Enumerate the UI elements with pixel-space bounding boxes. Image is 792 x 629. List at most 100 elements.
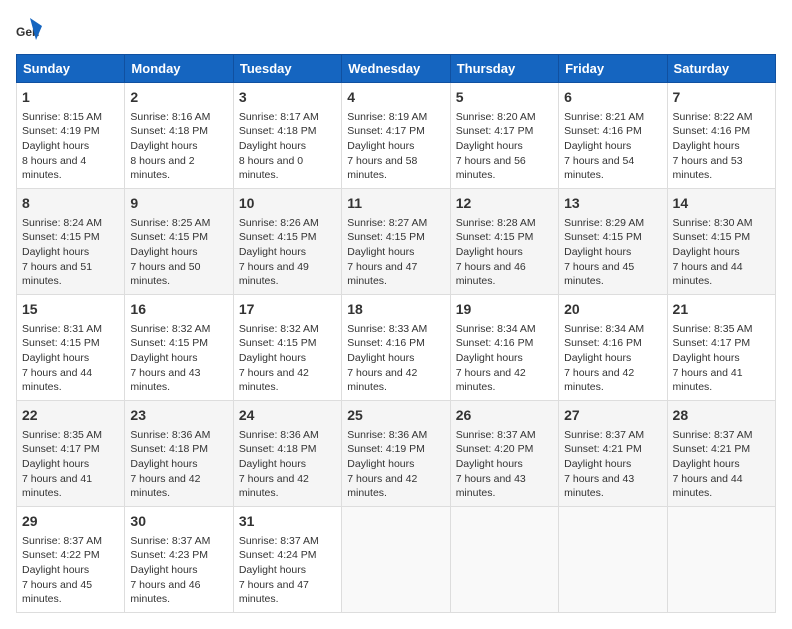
day-number: 20: [564, 300, 661, 320]
calendar-cell: 28Sunrise: 8:37 AMSunset: 4:21 PMDayligh…: [667, 401, 775, 507]
daylight-value: 7 hours and 45 minutes.: [564, 260, 661, 289]
daylight-label: Daylight hours: [673, 245, 770, 260]
sunset-text: Sunset: 4:16 PM: [456, 336, 553, 351]
day-number: 29: [22, 512, 119, 532]
calendar-cell: 11Sunrise: 8:27 AMSunset: 4:15 PMDayligh…: [342, 189, 450, 295]
day-number: 31: [239, 512, 336, 532]
sunset-text: Sunset: 4:23 PM: [130, 548, 227, 563]
daylight-value: 7 hours and 44 minutes.: [673, 260, 770, 289]
daylight-value: 7 hours and 58 minutes.: [347, 154, 444, 183]
sunset-text: Sunset: 4:19 PM: [22, 124, 119, 139]
sunset-text: Sunset: 4:21 PM: [564, 442, 661, 457]
calendar-cell: 15Sunrise: 8:31 AMSunset: 4:15 PMDayligh…: [17, 295, 125, 401]
day-number: 2: [130, 88, 227, 108]
daylight-label: Daylight hours: [564, 139, 661, 154]
daylight-label: Daylight hours: [239, 351, 336, 366]
daylight-value: 7 hours and 42 minutes.: [347, 472, 444, 501]
day-number: 4: [347, 88, 444, 108]
calendar-header-sunday: Sunday: [17, 55, 125, 83]
calendar-cell: 4 Sunrise: 8:19 AMSunset: 4:17 PMDaylight…: [342, 83, 450, 189]
calendar-cell: 10Sunrise: 8:26 AMSunset: 4:15 PMDayligh…: [233, 189, 341, 295]
calendar-cell: 23Sunrise: 8:36 AMSunset: 4:18 PMDayligh…: [125, 401, 233, 507]
calendar-cell: 3Sunrise: 8:17 AMSunset: 4:18 PMDaylight…: [233, 83, 341, 189]
sunrise-text: Sunrise: 8:37 AM: [564, 428, 661, 443]
calendar-cell: 2Sunrise: 8:16 AMSunset: 4:18 PMDaylight…: [125, 83, 233, 189]
daylight-label: Daylight hours: [239, 457, 336, 472]
day-number: 24: [239, 406, 336, 426]
daylight-label: Daylight hours: [673, 139, 770, 154]
daylight-value: 7 hours and 54 minutes.: [564, 154, 661, 183]
daylight-value: 7 hours and 46 minutes.: [130, 578, 227, 607]
sunrise-text: Sunrise: 8:34 AM: [564, 322, 661, 337]
sunset-text: Sunset: 4:17 PM: [347, 124, 444, 139]
calendar-cell: 24Sunrise: 8:36 AMSunset: 4:18 PMDayligh…: [233, 401, 341, 507]
sunset-text: Sunset: 4:15 PM: [673, 230, 770, 245]
sunrise-text: Sunrise: 8:33 AM: [347, 322, 444, 337]
daylight-label: Daylight hours: [130, 351, 227, 366]
sunrise-text: Sunrise: 8:34 AM: [456, 322, 553, 337]
day-number: 1: [22, 88, 119, 108]
daylight-label: Daylight hours: [130, 139, 227, 154]
sunset-text: Sunset: 4:15 PM: [347, 230, 444, 245]
calendar-cell: 14Sunrise: 8:30 AMSunset: 4:15 PMDayligh…: [667, 189, 775, 295]
sunset-text: Sunset: 4:19 PM: [347, 442, 444, 457]
day-number: 3: [239, 88, 336, 108]
calendar-cell: 13Sunrise: 8:29 AMSunset: 4:15 PMDayligh…: [559, 189, 667, 295]
day-number: 17: [239, 300, 336, 320]
sunrise-text: Sunrise: 8:37 AM: [239, 534, 336, 549]
daylight-value: 7 hours and 44 minutes.: [22, 366, 119, 395]
sunset-text: Sunset: 4:15 PM: [564, 230, 661, 245]
logo-icon: Gen: [16, 16, 44, 44]
sunrise-text: Sunrise: 8:25 AM: [130, 216, 227, 231]
calendar-week-row: 1Sunrise: 8:15 AMSunset: 4:19 PMDaylight…: [17, 83, 776, 189]
daylight-label: Daylight hours: [239, 139, 336, 154]
sunrise-text: Sunrise: 8:19 AM: [347, 110, 444, 125]
calendar-cell: 22Sunrise: 8:35 AMSunset: 4:17 PMDayligh…: [17, 401, 125, 507]
calendar-header-row: SundayMondayTuesdayWednesdayThursdayFrid…: [17, 55, 776, 83]
day-number: 22: [22, 406, 119, 426]
sunset-text: Sunset: 4:22 PM: [22, 548, 119, 563]
daylight-value: 7 hours and 43 minutes.: [130, 366, 227, 395]
daylight-value: 7 hours and 53 minutes.: [673, 154, 770, 183]
sunrise-text: Sunrise: 8:28 AM: [456, 216, 553, 231]
sunset-text: Sunset: 4:15 PM: [130, 336, 227, 351]
daylight-label: Daylight hours: [347, 457, 444, 472]
daylight-value: 8 hours and 2 minutes.: [130, 154, 227, 183]
calendar-cell: [342, 507, 450, 613]
daylight-label: Daylight hours: [130, 563, 227, 578]
day-number: 12: [456, 194, 553, 214]
sunset-text: Sunset: 4:17 PM: [22, 442, 119, 457]
calendar-cell: 20Sunrise: 8:34 AMSunset: 4:16 PMDayligh…: [559, 295, 667, 401]
calendar-cell: 26Sunrise: 8:37 AMSunset: 4:20 PMDayligh…: [450, 401, 558, 507]
calendar-cell: 9Sunrise: 8:25 AMSunset: 4:15 PMDaylight…: [125, 189, 233, 295]
calendar-cell: [450, 507, 558, 613]
calendar-cell: 1Sunrise: 8:15 AMSunset: 4:19 PMDaylight…: [17, 83, 125, 189]
sunset-text: Sunset: 4:24 PM: [239, 548, 336, 563]
sunrise-text: Sunrise: 8:20 AM: [456, 110, 553, 125]
day-number: 25: [347, 406, 444, 426]
daylight-label: Daylight hours: [673, 457, 770, 472]
daylight-value: 8 hours and 0 minutes.: [239, 154, 336, 183]
sunset-text: Sunset: 4:17 PM: [673, 336, 770, 351]
sunset-text: Sunset: 4:16 PM: [564, 336, 661, 351]
sunrise-text: Sunrise: 8:36 AM: [347, 428, 444, 443]
calendar-cell: 5Sunrise: 8:20 AMSunset: 4:17 PMDaylight…: [450, 83, 558, 189]
calendar-cell: 12Sunrise: 8:28 AMSunset: 4:15 PMDayligh…: [450, 189, 558, 295]
day-number: 26: [456, 406, 553, 426]
sunrise-text: Sunrise: 8:29 AM: [564, 216, 661, 231]
daylight-label: Daylight hours: [130, 457, 227, 472]
daylight-value: 8 hours and 4 minutes.: [22, 154, 119, 183]
sunrise-text: Sunrise: 8:24 AM: [22, 216, 119, 231]
sunset-text: Sunset: 4:16 PM: [564, 124, 661, 139]
calendar-header-tuesday: Tuesday: [233, 55, 341, 83]
sunrise-text: Sunrise: 8:21 AM: [564, 110, 661, 125]
daylight-label: Daylight hours: [347, 139, 444, 154]
calendar-header-saturday: Saturday: [667, 55, 775, 83]
daylight-value: 7 hours and 56 minutes.: [456, 154, 553, 183]
calendar-header-wednesday: Wednesday: [342, 55, 450, 83]
day-number: 16: [130, 300, 227, 320]
daylight-label: Daylight hours: [22, 457, 119, 472]
daylight-value: 7 hours and 42 minutes.: [347, 366, 444, 395]
day-number: 15: [22, 300, 119, 320]
daylight-value: 7 hours and 42 minutes.: [564, 366, 661, 395]
